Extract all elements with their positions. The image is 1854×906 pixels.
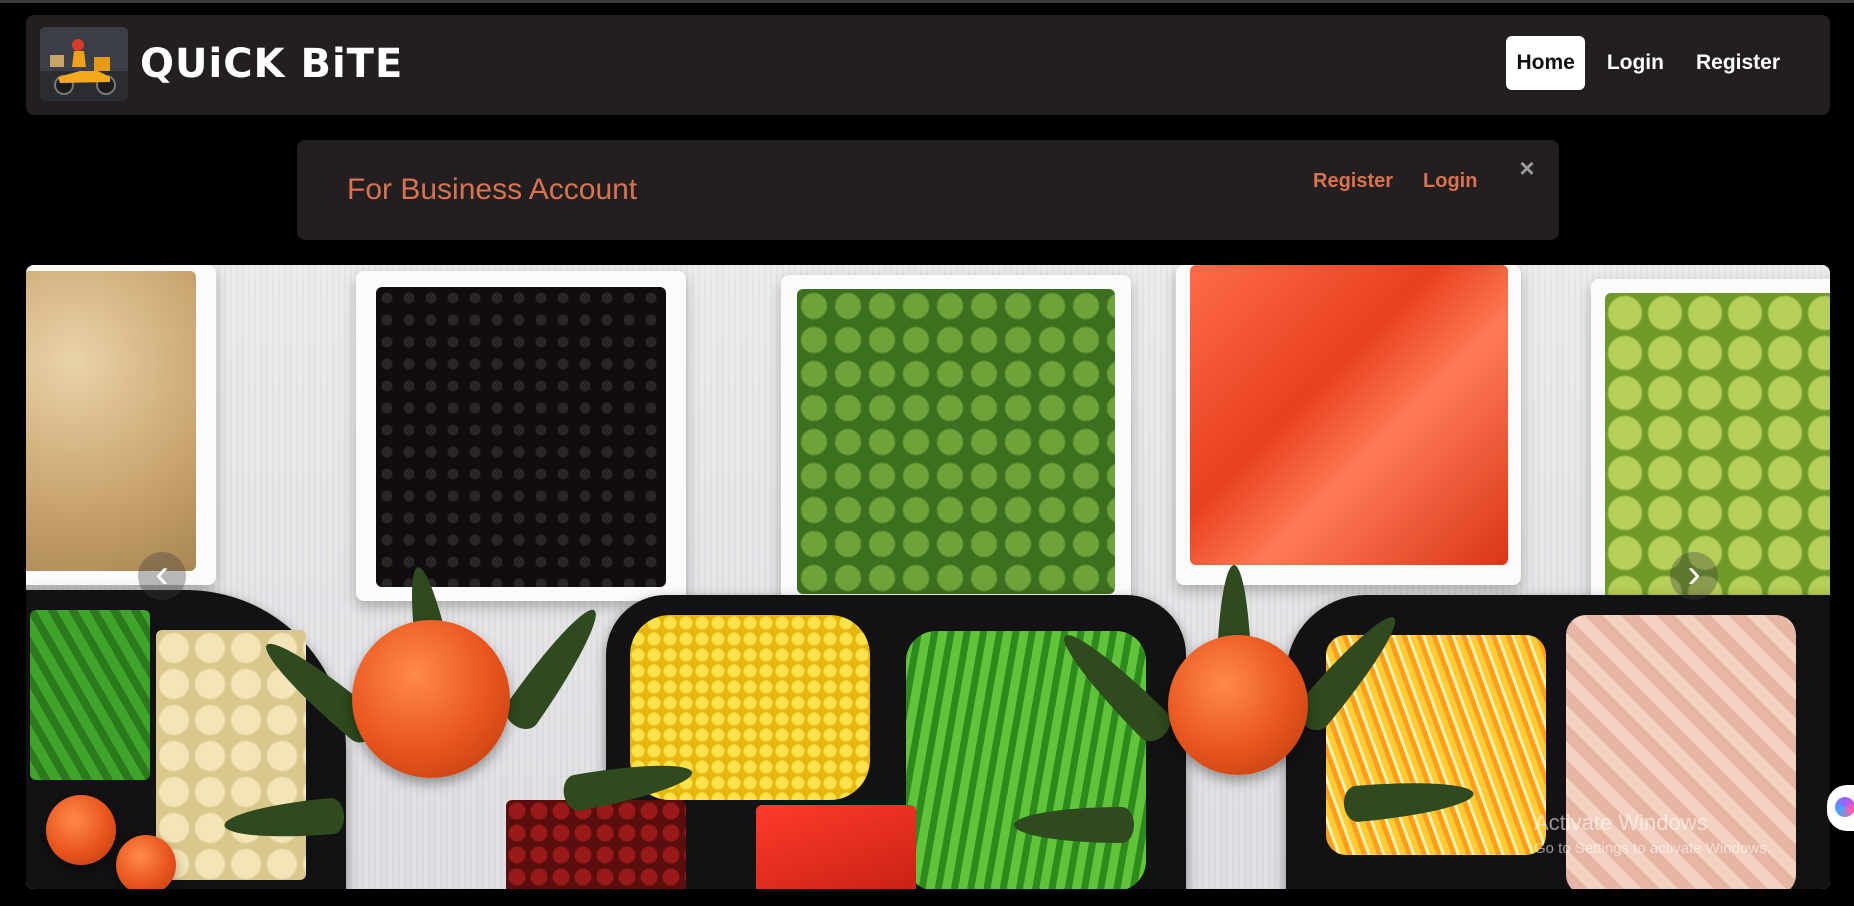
business-account-banner: For Business Account Register Login × — [297, 140, 1559, 240]
nav-links: Home Login Register — [1506, 36, 1790, 90]
tomato-garnish-right — [1168, 635, 1308, 775]
nav-home-link[interactable]: Home — [1506, 36, 1585, 90]
hero-carousel: ‹ › Activate Windows Go to Settings to a… — [26, 265, 1830, 889]
bowl-olives — [356, 271, 686, 601]
top-border — [0, 0, 1854, 3]
business-register-link[interactable]: Register — [1313, 170, 1393, 193]
bowl-tomatoes — [1176, 265, 1521, 585]
windows-activation-watermark: Activate Windows Go to Settings to activ… — [1534, 810, 1771, 857]
chevron-left-icon[interactable]: ‹ — [138, 552, 186, 600]
tomato-garnish-left — [352, 620, 510, 778]
nav-login-link[interactable]: Login — [1597, 36, 1674, 90]
watermark-line-2: Go to Settings to activate Windows. — [1534, 840, 1771, 857]
business-banner-title: For Business Account — [347, 173, 638, 206]
tray-peppers-artichoke — [26, 590, 346, 889]
nav-register-link[interactable]: Register — [1686, 36, 1790, 90]
watermark-line-1: Activate Windows — [1534, 810, 1708, 835]
delivery-scooter-icon — [40, 27, 128, 101]
tray-corn-greenbeans — [506, 595, 1186, 889]
copilot-edge-icon[interactable] — [1827, 785, 1854, 831]
brand-name[interactable]: QUiCK BiTE — [140, 41, 403, 87]
bowl-chicken — [26, 265, 216, 585]
chevron-right-icon[interactable]: › — [1670, 552, 1718, 600]
bowl-broccoli — [781, 275, 1131, 615]
business-login-link[interactable]: Login — [1423, 170, 1477, 193]
close-icon[interactable]: × — [1517, 154, 1537, 182]
brand-logo[interactable] — [40, 27, 128, 101]
business-banner-links: Register Login — [1313, 170, 1477, 193]
navbar: QUiCK BiTE Home Login Register — [26, 15, 1830, 115]
